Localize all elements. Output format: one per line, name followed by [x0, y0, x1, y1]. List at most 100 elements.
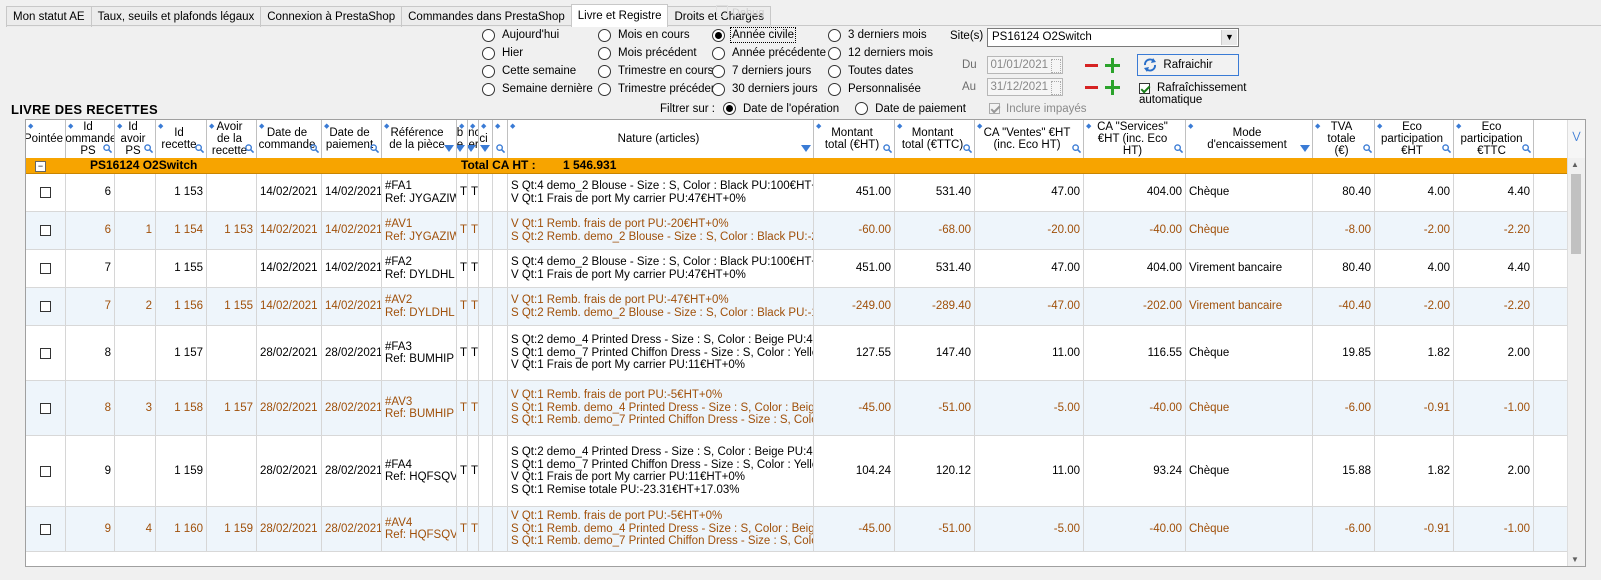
minus-icon[interactable] [1085, 64, 1098, 67]
sort-handle-icon[interactable]: ◆ [259, 121, 264, 133]
table-row[interactable]: 721 156 1 155 14/02/2021 14/02/2021 #AV2 Ref:… [26, 288, 1585, 326]
row-checkbox[interactable] [40, 263, 51, 274]
sort-handle-icon[interactable]: ◆ [1456, 121, 1461, 133]
site-select[interactable]: PS16124 O2Switch ▼ [987, 28, 1239, 47]
sort-handle-icon[interactable]: ◆ [1086, 121, 1091, 133]
period-radio-11[interactable]: Toutes dates [828, 62, 948, 80]
calendar-spin-icon[interactable] [1051, 59, 1061, 73]
period-radio-6[interactable]: Année précédente [712, 44, 828, 62]
filter-icon[interactable] [1300, 145, 1310, 152]
sort-handle-icon[interactable]: ◆ [324, 121, 329, 133]
include-unpaid-toggle[interactable]: Inclure impayés [989, 103, 1087, 115]
column-header-date_pay[interactable]: ◆ Date de paiement [322, 120, 382, 158]
cell-pointee[interactable] [26, 326, 66, 380]
column-header-id_cmd[interactable]: ◆Id commande PS [66, 120, 115, 158]
table-row[interactable]: 91 159 28/02/2021 28/02/2021 #FA4 Ref: HQFSQ… [26, 436, 1585, 507]
row-checkbox[interactable] [40, 347, 51, 359]
checkbox-checked-icon[interactable] [989, 103, 1000, 114]
search-icon[interactable] [310, 144, 319, 153]
sort-handle-icon[interactable]: ◆ [459, 121, 464, 133]
sort-handle-icon[interactable]: ◆ [1377, 121, 1382, 133]
sort-handle-icon[interactable]: ◆ [28, 121, 33, 133]
group-row[interactable]: − PS16124 O2Switch Total CA HT : 1 546.9… [26, 158, 1585, 174]
column-header-nature[interactable]: ◆ Nature (articles) [508, 120, 814, 158]
search-icon[interactable] [963, 144, 972, 153]
row-checkbox[interactable] [40, 187, 51, 198]
plus-icon[interactable] [1105, 80, 1120, 95]
column-header-date_cmd[interactable]: ◆ Date de commande [257, 120, 322, 158]
tab-1[interactable]: Taux, seuils et plafonds légaux [90, 6, 262, 27]
search-icon[interactable] [1442, 144, 1451, 153]
search-icon[interactable] [883, 144, 892, 153]
column-header-ventes[interactable]: ◆ CA "Ventes" €HT (inc. Eco HT) [975, 120, 1084, 158]
column-header-b[interactable]: ◆ b e [457, 120, 468, 158]
minus-icon[interactable] [1085, 86, 1098, 89]
sort-handle-icon[interactable]: ◆ [816, 121, 821, 133]
tab-2[interactable]: Connexion à PrestaShop [260, 6, 403, 27]
search-icon[interactable] [1363, 144, 1372, 153]
row-checkbox[interactable] [40, 301, 51, 312]
sort-handle-icon[interactable]: ◆ [158, 121, 163, 133]
row-checkbox[interactable] [40, 465, 51, 477]
column-header-ttc[interactable]: ◆ Montant total (€TTC) [895, 120, 975, 158]
filter-radio-payment[interactable]: Date de paiement [855, 102, 966, 115]
sort-handle-icon[interactable]: ◆ [495, 121, 500, 133]
sort-handle-icon[interactable]: ◆ [1315, 121, 1320, 133]
table-row[interactable]: 71 155 14/02/2021 14/02/2021 #FA2 Ref: DYLDH… [26, 250, 1585, 288]
collapse-icon[interactable]: − [35, 161, 46, 172]
chevron-down-icon[interactable]: ▼ [1221, 30, 1237, 45]
sort-handle-icon[interactable]: ◆ [209, 121, 214, 133]
search-icon[interactable] [195, 144, 204, 153]
sort-handle-icon[interactable]: ◆ [384, 121, 389, 133]
period-radio-13[interactable]: Trimestre précédent [598, 80, 720, 98]
tab-3[interactable]: Commandes dans PrestaShop [401, 6, 572, 27]
column-header-ref[interactable]: ◆ Référence de la pièce [382, 120, 457, 158]
filter-radio-operation[interactable]: Date de l'opération [722, 102, 839, 115]
date-to-input[interactable]: 31/12/2021 [987, 78, 1063, 96]
table-row[interactable]: 831 158 1 157 28/02/2021 28/02/2021 #AV3 Ref:… [26, 381, 1585, 436]
sort-handle-icon[interactable]: ◆ [117, 121, 122, 133]
search-icon[interactable] [144, 144, 153, 153]
period-radio-8[interactable]: Cette semaine [482, 62, 598, 80]
sort-handle-icon[interactable]: ◆ [977, 121, 982, 133]
scrollbar-thumb[interactable] [1571, 174, 1581, 254]
period-radio-9[interactable]: Trimestre en cours [598, 62, 713, 80]
period-radio-15[interactable]: Personnalisée [828, 80, 948, 98]
column-header-eco_ht[interactable]: ◆ Eco participation €HT [1375, 120, 1454, 158]
period-radio-2[interactable]: Année civile [712, 26, 828, 44]
tab-0[interactable]: Mon statut AE [6, 6, 92, 27]
sort-handle-icon[interactable]: ◆ [470, 121, 475, 133]
table-row[interactable]: 941 160 1 159 28/02/2021 28/02/2021 #AV4 Ref:… [26, 507, 1585, 552]
row-checkbox[interactable] [40, 225, 51, 236]
column-header-ci[interactable]: ◆ ci [479, 120, 493, 158]
column-header-id_recette[interactable]: ◆ Id recette [156, 120, 207, 158]
period-radio-0[interactable]: Aujourd'hui [482, 26, 598, 44]
column-header-pointee[interactable]: ◆ Pointée [26, 120, 66, 158]
column-header-enc[interactable]: ◆énc lier [468, 120, 479, 158]
row-checkbox[interactable] [40, 402, 51, 414]
column-header-tva[interactable]: ◆ TVA totale (€) [1313, 120, 1375, 158]
filter-icon[interactable] [468, 145, 476, 152]
vertical-scrollbar[interactable]: ▲ ▼ [1567, 158, 1585, 566]
filter-icon[interactable] [801, 145, 811, 152]
cell-pointee[interactable] [26, 250, 66, 287]
filter-icon[interactable] [444, 145, 454, 152]
table-row[interactable]: 61 153 14/02/2021 14/02/2021 #FA1 Ref: JYGAZ… [26, 174, 1585, 212]
column-header-eco_ttc[interactable]: ◆ Eco participation €TTC [1454, 120, 1534, 158]
search-icon[interactable] [496, 144, 505, 153]
table-row[interactable]: 611 154 1 153 14/02/2021 14/02/2021 #AV1 Ref:… [26, 212, 1585, 250]
cell-pointee[interactable] [26, 436, 66, 506]
refresh-button[interactable]: Rafraichir [1137, 54, 1239, 76]
tab-4[interactable]: Livre et Registre [570, 4, 669, 27]
period-radio-1[interactable]: Mois en cours [598, 26, 712, 44]
column-chooser-icon[interactable]: ⋁ [1567, 120, 1585, 158]
filter-icon[interactable] [457, 145, 465, 152]
sort-handle-icon[interactable]: ◆ [1188, 121, 1193, 133]
sort-handle-icon[interactable]: ◆ [481, 121, 486, 133]
period-radio-14[interactable]: 30 derniers jours [712, 80, 828, 98]
period-radio-4[interactable]: Hier [482, 44, 598, 62]
column-header-mode[interactable]: ◆ Mode d'encaissement [1186, 120, 1313, 158]
period-radio-3[interactable]: 3 derniers mois [828, 26, 948, 44]
search-icon[interactable] [370, 144, 379, 153]
scroll-up-icon[interactable]: ▲ [1571, 160, 1579, 169]
